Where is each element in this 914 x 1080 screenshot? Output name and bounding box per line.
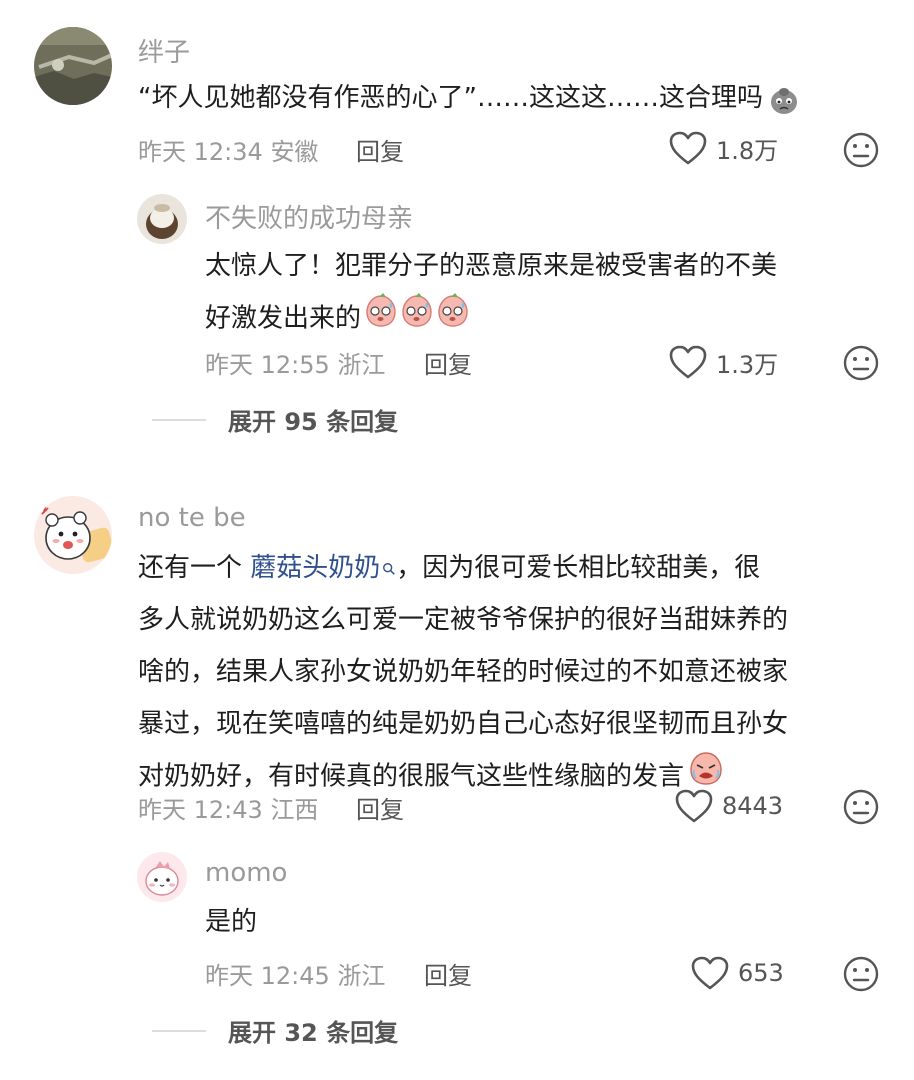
username[interactable]: momo [205, 858, 287, 888]
comment-text-line: 还有一个 蘑菇头奶奶 ，因为很可爱长相比较甜美，很 [138, 542, 878, 594]
reply-button[interactable]: 回复 [424, 956, 472, 991]
username[interactable]: 绊子 [138, 32, 190, 69]
location: 浙江 [337, 962, 386, 990]
comment-text: “坏人见她都没有作恶的心了”……这这这……这合理吗 [138, 72, 801, 124]
location: 浙江 [337, 351, 386, 379]
avatar[interactable] [34, 27, 112, 105]
timestamp: 昨天 12:55 [205, 351, 330, 379]
timestamp: 昨天 12:34 [138, 138, 263, 166]
mention-link[interactable]: 蘑菇头奶奶 [250, 553, 396, 583]
comment-meta: 昨天 12:45 浙江 [205, 956, 385, 991]
comment-text-line: 啥的，结果人家孙女说奶奶年轻的时候过的不如意还被家 [138, 657, 789, 687]
comment-text-line: 太惊人了！犯罪分子的恶意原来是被受害者的不美 [205, 251, 778, 281]
username[interactable]: no te be [138, 503, 246, 533]
expand-divider [152, 1029, 206, 1032]
heart-outline-icon [669, 131, 707, 165]
dislike-button[interactable] [842, 955, 880, 997]
comment-text-line: 暴过，现在笑嘻嘻的纯是奶奶自己心态好很坚韧而且孙女 [138, 709, 789, 739]
location: 安徽 [270, 138, 319, 166]
avatar[interactable] [137, 852, 187, 902]
comment-meta: 昨天 12:43 江西 [138, 790, 318, 825]
like-count: 1.3万 [716, 350, 779, 379]
search-icon [382, 542, 396, 594]
like-button[interactable]: 1.3万 [668, 344, 778, 380]
sweating-peach-emoji-icon [363, 292, 471, 346]
comment-text: 还有一个 蘑菇头奶奶 ，因为很可爱长相比较甜美，很 多人就说奶奶这么可爱一定被爷… [138, 542, 878, 804]
expand-replies-label: 展开 95 条回复 [228, 408, 399, 436]
mention-label: 蘑菇头奶奶 [250, 553, 381, 583]
like-count: 1.8万 [716, 136, 779, 165]
avatar[interactable] [34, 496, 112, 574]
expand-replies-button[interactable]: 展开 95 条回复 [152, 402, 398, 437]
dislike-button[interactable] [842, 344, 880, 386]
neutral-face-icon [843, 956, 879, 992]
comment-text-content: 对奶奶好，有时候真的很服气这些性缘脑的发言 [138, 761, 685, 792]
comment-meta: 昨天 12:55 浙江 [205, 345, 385, 380]
heart-outline-icon [691, 956, 729, 990]
comment-text-content: 好激发出来的 [205, 303, 362, 334]
heart-outline-icon [675, 789, 713, 823]
comment-text-line: 多人就说奶奶这么可爱一定被爷爷保护的很好当甜妹养的 [138, 605, 789, 635]
neutral-face-icon [843, 345, 879, 381]
like-count: 653 [738, 959, 784, 987]
reply-button[interactable]: 回复 [356, 790, 404, 825]
timestamp: 昨天 12:43 [138, 796, 263, 824]
comment-text-content: “坏人见她都没有作恶的心了”……这这这……这合理吗 [138, 83, 763, 113]
like-button[interactable]: 1.8万 [668, 130, 778, 166]
location: 江西 [270, 796, 319, 824]
username[interactable]: 不失败的成功母亲 [205, 198, 413, 235]
timestamp: 昨天 12:45 [205, 962, 330, 990]
expand-replies-button[interactable]: 展开 32 条回复 [152, 1013, 398, 1048]
neutral-face-icon [843, 789, 879, 825]
neutral-face-icon [843, 132, 879, 168]
comment-text-content: ，因为很可爱长相比较甜美，很 [396, 553, 761, 583]
reply-button[interactable]: 回复 [424, 345, 472, 380]
like-button[interactable]: 653 [690, 955, 784, 991]
reply-button[interactable]: 回复 [356, 132, 404, 167]
expand-replies-label: 展开 32 条回复 [228, 1019, 399, 1047]
dislike-button[interactable] [842, 131, 880, 173]
avatar[interactable] [137, 194, 187, 244]
comment-meta: 昨天 12:34 安徽 [138, 132, 318, 167]
expand-divider [152, 418, 206, 421]
like-count: 8443 [722, 792, 784, 820]
heart-outline-icon [669, 345, 707, 379]
sad-potato-emoji-icon [767, 82, 801, 116]
like-button[interactable]: 8443 [674, 788, 783, 824]
comment-text: 是的 [205, 907, 258, 937]
comment-text: 太惊人了！犯罪分子的恶意原来是被受害者的不美 好激发出来的 [205, 240, 885, 346]
comment-text-content: 还有一个 [138, 553, 243, 583]
dislike-button[interactable] [842, 788, 880, 830]
comment-text-line-2: 好激发出来的 [205, 292, 885, 346]
